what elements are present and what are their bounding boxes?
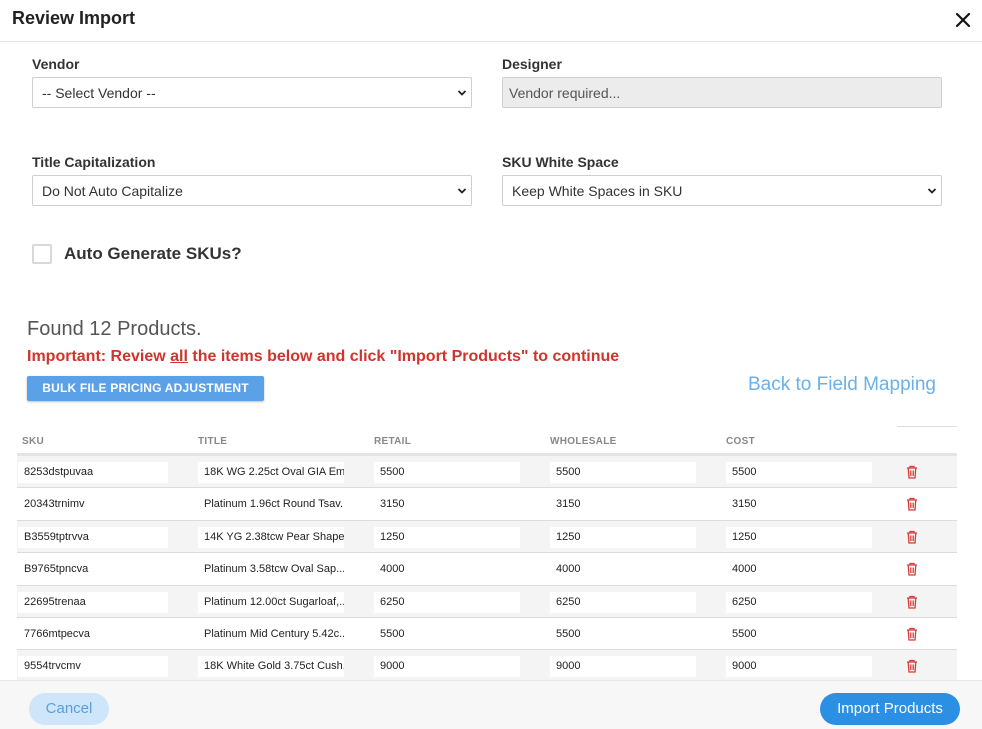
retail-input[interactable]: 6250 [374, 591, 520, 613]
trash-icon[interactable] [906, 497, 918, 512]
column-header-sku: SKU [22, 436, 45, 447]
chevron-down-icon [927, 188, 937, 194]
wholesale-input[interactable]: 5500 [550, 623, 696, 645]
title-input[interactable]: Platinum 12.00ct Sugarloaf,... [198, 591, 344, 613]
designer-field-value: Vendor required... [509, 85, 621, 101]
table-row: B3559tptrvva 14K YG 2.38tcw Pear Shape..… [17, 520, 957, 554]
sku-input[interactable]: B9765tpncva [18, 559, 168, 581]
sku-white-space-label: SKU White Space [502, 154, 619, 170]
wholesale-input[interactable]: 6250 [550, 591, 696, 613]
column-header-cost: COST [726, 436, 755, 447]
table-header: SKU TITLE RETAIL WHOLESALE COST [17, 427, 957, 456]
title-capitalization-label: Title Capitalization [32, 154, 156, 170]
trash-icon[interactable] [906, 562, 918, 576]
designer-label: Designer [502, 56, 562, 72]
retail-input[interactable]: 5500 [374, 462, 520, 483]
sku-input[interactable]: 9554trvcmv [18, 656, 168, 678]
title-input[interactable]: 18K White Gold 3.75ct Cush... [198, 656, 344, 678]
title-capitalization-value: Do Not Auto Capitalize [42, 183, 183, 199]
title-input[interactable]: Platinum Mid Century 5.42c... [198, 623, 344, 645]
sku-input[interactable]: 20343trnimv [18, 494, 168, 516]
retail-input[interactable]: 3150 [374, 494, 520, 516]
sku-input[interactable]: 22695trenaa [18, 591, 168, 613]
table-row: 20343trnimv Platinum 1.96ct Round Tsav..… [17, 488, 957, 521]
table-row: 22695trenaa Platinum 12.00ct Sugarloaf,.… [17, 585, 957, 618]
trash-icon[interactable] [906, 530, 918, 544]
column-header-wholesale: WHOLESALE [550, 436, 617, 447]
cost-input[interactable]: 1250 [726, 526, 872, 548]
cost-input[interactable]: 6250 [726, 591, 872, 613]
close-icon [955, 12, 971, 28]
important-notice-emphasis: all [170, 348, 188, 365]
title-input[interactable]: Platinum 3.58tcw Oval Sap... [198, 559, 344, 581]
important-notice-prefix: Important: Review [27, 348, 171, 365]
title-input[interactable]: 18K WG 2.25ct Oval GIA Em... [198, 462, 344, 483]
cost-input[interactable]: 9000 [726, 656, 872, 678]
vendor-select-value: -- Select Vendor -- [42, 85, 156, 101]
sku-input[interactable]: 7766mtpecva [18, 623, 168, 645]
chevron-down-icon [457, 188, 467, 194]
retail-input[interactable]: 9000 [374, 656, 520, 678]
trash-icon[interactable] [906, 465, 918, 479]
products-found-text: Found 12 Products. [27, 318, 202, 340]
sku-white-space-value: Keep White Spaces in SKU [512, 183, 683, 199]
table-row: B9765tpncva Platinum 3.58tcw Oval Sap...… [17, 553, 957, 586]
wholesale-input[interactable]: 3150 [550, 494, 696, 516]
trash-icon[interactable] [906, 659, 918, 673]
wholesale-input[interactable]: 4000 [550, 559, 696, 581]
import-products-button[interactable]: Import Products [820, 693, 960, 725]
products-table-body: 8253dstpuvaa 18K WG 2.25ct Oval GIA Em..… [17, 456, 957, 683]
wholesale-input[interactable]: 9000 [550, 656, 696, 678]
table-row: 8253dstpuvaa 18K WG 2.25ct Oval GIA Em..… [17, 456, 957, 489]
trash-icon[interactable] [906, 627, 918, 641]
dialog-title: Review Import [12, 8, 136, 28]
designer-field: Vendor required... [502, 77, 942, 108]
wholesale-input[interactable]: 5500 [550, 462, 696, 483]
back-to-field-mapping-link[interactable]: Back to Field Mapping [748, 374, 936, 396]
cost-input[interactable]: 3150 [726, 494, 872, 516]
bulk-pricing-adjustment-button[interactable]: BULK FILE PRICING ADJUSTMENT [27, 376, 264, 401]
auto-generate-skus-label: Auto Generate SKUs? [64, 244, 242, 263]
auto-generate-skus-checkbox[interactable] [32, 244, 52, 264]
table-row: 7766mtpecva Platinum Mid Century 5.42c..… [17, 618, 957, 651]
close-button[interactable] [952, 9, 974, 31]
trash-icon[interactable] [906, 595, 918, 609]
chevron-down-icon [457, 90, 467, 96]
sku-input[interactable]: B3559tptrvva [18, 526, 168, 548]
retail-input[interactable]: 1250 [374, 526, 520, 548]
retail-input[interactable]: 4000 [374, 559, 520, 581]
title-capitalization-select[interactable]: Do Not Auto Capitalize [32, 175, 472, 206]
cancel-button[interactable]: Cancel [29, 693, 109, 725]
cost-input[interactable]: 4000 [726, 559, 872, 581]
cost-input[interactable]: 5500 [726, 462, 872, 483]
wholesale-input[interactable]: 1250 [550, 526, 696, 548]
column-header-retail: RETAIL [374, 436, 412, 447]
cost-input[interactable]: 5500 [726, 623, 872, 645]
dialog-header: Review Import [0, 0, 982, 42]
sku-white-space-select[interactable]: Keep White Spaces in SKU [502, 175, 942, 206]
vendor-select[interactable]: -- Select Vendor -- [32, 77, 472, 108]
column-header-title: TITLE [198, 436, 228, 447]
retail-input[interactable]: 5500 [374, 623, 520, 645]
table-row: 9554trvcmv 18K White Gold 3.75ct Cush...… [17, 650, 957, 683]
sku-input[interactable]: 8253dstpuvaa [18, 462, 168, 483]
title-input[interactable]: Platinum 1.96ct Round Tsav... [198, 494, 344, 516]
vendor-label: Vendor [32, 56, 80, 72]
important-notice-suffix: the items below and click "Import Produc… [187, 348, 620, 365]
important-notice: Important: Review all the items below an… [27, 348, 619, 366]
title-input[interactable]: 14K YG 2.38tcw Pear Shape... [198, 526, 344, 548]
